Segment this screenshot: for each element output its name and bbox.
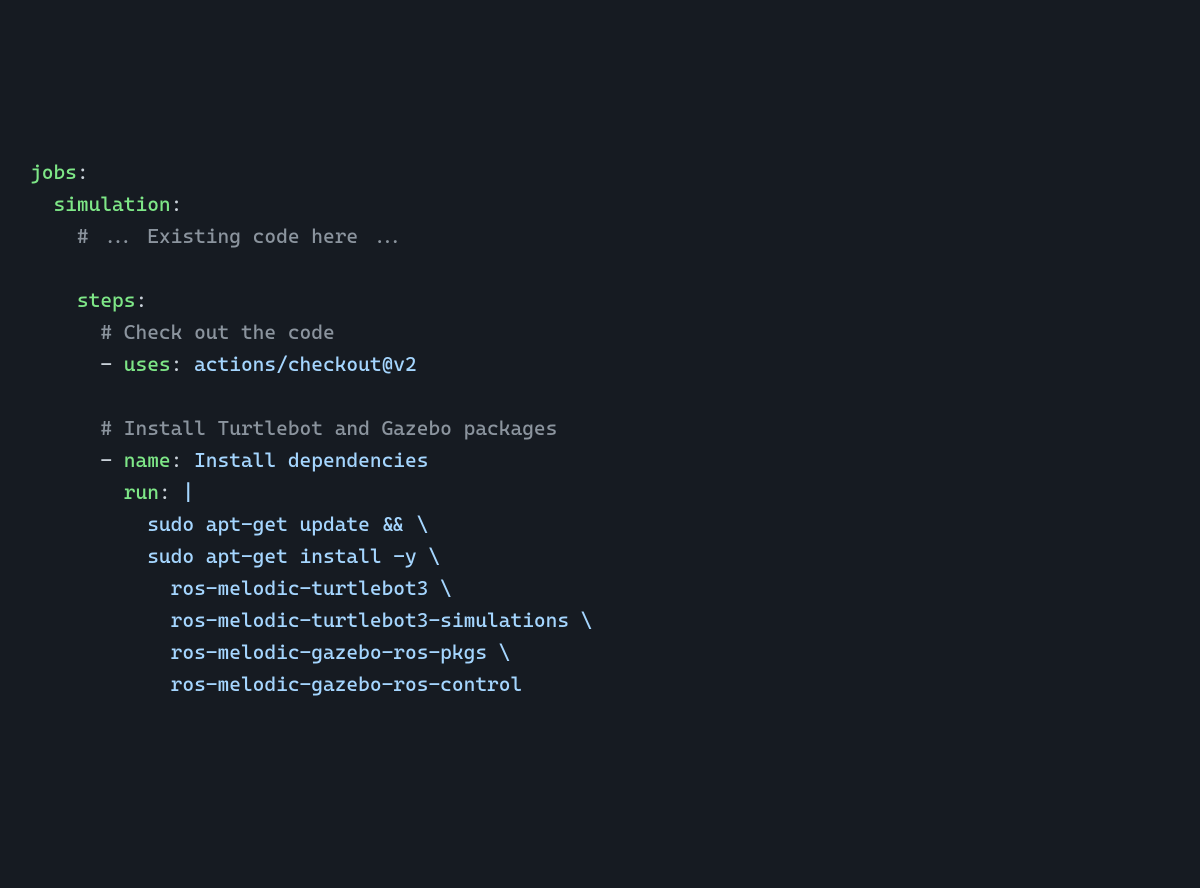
yaml-pipe: | [182, 480, 194, 504]
yaml-value: sudo apt-get install -y \ [147, 544, 440, 568]
yaml-value: actions/checkout@v2 [194, 352, 417, 376]
yaml-value: ros-melodic-gazebo-ros-control [171, 672, 523, 696]
colon: : [171, 192, 183, 216]
yaml-key: uses [124, 352, 171, 376]
colon: : [171, 448, 183, 472]
code-block: jobs: simulation: # ... Existing code he… [30, 156, 1170, 700]
yaml-value: ros-melodic-gazebo-ros-pkgs \ [171, 640, 511, 664]
yaml-key: simulation [53, 192, 170, 216]
yaml-key: name [124, 448, 171, 472]
yaml-dash: - [100, 448, 112, 472]
colon: : [171, 352, 183, 376]
yaml-key: run [124, 480, 159, 504]
yaml-value: ros-melodic-turtlebot3-simulations \ [171, 608, 593, 632]
yaml-key: jobs [30, 160, 77, 184]
yaml-comment: # ... Existing code here ... [77, 224, 405, 248]
yaml-comment: # Check out the code [100, 320, 334, 344]
yaml-comment: # Install Turtlebot and Gazebo packages [100, 416, 557, 440]
yaml-value: ros-melodic-turtlebot3 \ [171, 576, 452, 600]
yaml-dash: - [100, 352, 112, 376]
yaml-key: steps [77, 288, 136, 312]
yaml-value: sudo apt-get update && \ [147, 512, 428, 536]
yaml-value: Install dependencies [194, 448, 428, 472]
colon: : [159, 480, 171, 504]
colon: : [135, 288, 147, 312]
colon: : [77, 160, 89, 184]
